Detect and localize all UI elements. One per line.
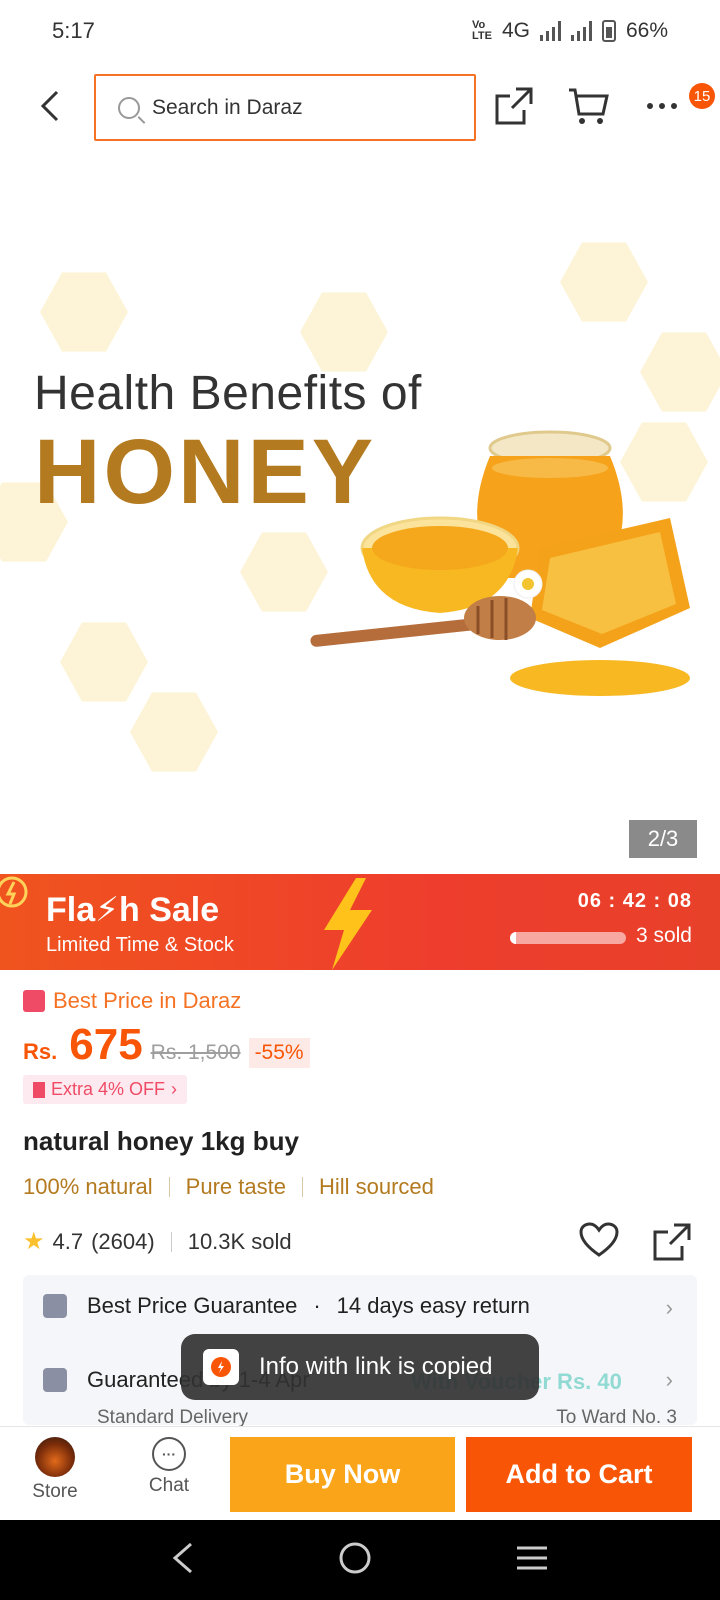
rating-divider: [170, 1231, 172, 1252]
nav-menu-icon: [516, 1546, 547, 1569]
tag-item: Pure taste: [185, 1174, 286, 1199]
status-time: 5:17: [52, 18, 95, 43]
chat-label: Chat: [148, 1475, 190, 1496]
product-tags: 100% natural Pure taste Hill sourced: [23, 1174, 434, 1200]
store-label: Store: [32, 1481, 78, 1502]
share-icon: [653, 1223, 691, 1261]
flash-sale-subtitle: Limited Time & Stock: [46, 934, 234, 956]
best-price-label: Best Price in Daraz: [23, 988, 241, 1014]
product-title: natural honey 1kg buy: [23, 1126, 299, 1156]
more-button[interactable]: [640, 84, 684, 128]
product-image-carousel[interactable]: Health Benefits of HONEY 2/3: [0, 148, 720, 874]
network-type: 4G: [501, 19, 530, 42]
search-icon: [118, 96, 140, 119]
honeycomb-decoration: [130, 692, 218, 772]
easy-return: 14 days easy return: [336, 1293, 530, 1318]
star-icon: ★: [23, 1228, 45, 1255]
price-currency: Rs.: [23, 1039, 58, 1064]
toast-message: Info with link is copied: [181, 1334, 539, 1400]
share-icon: [495, 87, 533, 125]
tag-item: 100% natural: [23, 1174, 153, 1199]
status-bar: 5:17 Vo LTE 4G 66%: [0, 0, 720, 62]
guarantee-row[interactable]: Best Price Guarantee · 14 days easy retu…: [43, 1293, 530, 1319]
current-price: 675: [69, 1020, 143, 1069]
price-row: Rs. 675 Rs. 1,500 -55%: [23, 1020, 310, 1070]
flash-sale-title: Fla⚡h Sale: [46, 891, 220, 929]
status-icons: Vo LTE 4G 66%: [472, 19, 668, 43]
review-count: (2604): [91, 1228, 155, 1254]
sold-count: 10.3K sold: [187, 1228, 292, 1254]
chevron-right-icon: ›: [665, 1295, 673, 1320]
voucher-icon: [33, 1081, 45, 1098]
signal-icon: [539, 21, 561, 41]
extra-off-voucher[interactable]: Extra 4% OFF ›: [23, 1075, 188, 1104]
add-to-cart-button[interactable]: Add to Cart: [466, 1437, 692, 1512]
tag-item: Hill sourced: [318, 1174, 434, 1199]
bottom-action-bar: Store ··· Chat Buy Now Add to Cart: [0, 1426, 720, 1520]
dot-separator: ·: [313, 1293, 321, 1318]
search-input[interactable]: Search in Daraz: [152, 96, 303, 120]
cart-icon: [569, 88, 609, 124]
nav-back-button[interactable]: [171, 1541, 195, 1580]
search-bar[interactable]: Search in Daraz: [94, 74, 476, 141]
honeycomb-decoration: [40, 272, 128, 352]
original-price: Rs. 1,500: [150, 1041, 241, 1064]
lightning-icon: [324, 878, 372, 970]
store-button[interactable]: Store: [15, 1437, 95, 1503]
nav-home-button[interactable]: [338, 1541, 372, 1580]
battery-level: 66%: [625, 19, 668, 42]
rating-row[interactable]: ★ 4.7 (2604) 10.3K sold: [23, 1227, 292, 1256]
product-share-button[interactable]: [652, 1222, 692, 1267]
chevron-left-icon: [40, 90, 59, 122]
chat-icon: ···: [152, 1437, 186, 1471]
top-header: Search in Daraz 15: [0, 70, 720, 144]
nav-back-icon: [173, 1542, 193, 1573]
honeycomb-decoration: [60, 622, 148, 702]
buy-now-button[interactable]: Buy Now: [230, 1437, 455, 1512]
nav-menu-button[interactable]: [515, 1544, 549, 1577]
nav-home-icon: [339, 1542, 371, 1573]
volte-icon: Vo LTE: [471, 19, 492, 42]
sold-progress-fill: [510, 932, 516, 944]
chevron-right-icon: ›: [665, 1367, 673, 1392]
signal-icon-2: [570, 21, 592, 41]
best-price-guarantee: Best Price Guarantee: [87, 1293, 298, 1318]
wishlist-button[interactable]: [579, 1222, 619, 1267]
heart-icon: [579, 1222, 619, 1257]
flash-sale-timer: 06 : 42 : 08: [577, 890, 692, 912]
chat-button[interactable]: ··· Chat: [129, 1437, 209, 1497]
extra-off-text: Extra 4% OFF: [51, 1079, 166, 1099]
shield-icon: [43, 1294, 67, 1318]
store-avatar: [35, 1437, 75, 1477]
cart-button[interactable]: [566, 84, 610, 128]
chevron-right-icon: ›: [171, 1079, 178, 1099]
best-price-icon: [23, 990, 45, 1012]
daraz-logo-icon: [203, 1349, 239, 1385]
back-button[interactable]: [30, 86, 70, 126]
flash-sold-count: 3 sold: [635, 924, 692, 947]
sold-progress-bar: [510, 932, 626, 944]
system-nav-bar: [0, 1520, 720, 1600]
honeycomb-decoration: [560, 242, 648, 322]
toast-text: Info with link is copied: [259, 1353, 493, 1380]
flash-clock-icon: [0, 876, 28, 908]
share-button[interactable]: [492, 84, 536, 128]
cart-badge: 15: [689, 83, 715, 109]
best-price-text: Best Price in Daraz: [53, 988, 242, 1013]
honeycomb-decoration: [300, 292, 388, 372]
image-pager: 2/3: [629, 820, 697, 858]
tag-divider: [168, 1177, 170, 1197]
honey-illustration: [310, 430, 690, 696]
rating-value: 4.7: [52, 1228, 84, 1254]
tag-divider: [301, 1177, 303, 1197]
battery-icon: [601, 20, 616, 42]
flash-sale-banner[interactable]: Fla⚡h Sale Limited Time & Stock 06 : 42 …: [0, 874, 720, 970]
discount-badge: -55%: [248, 1038, 310, 1068]
honeycomb-decoration: [640, 332, 720, 412]
more-dots-icon: [647, 103, 677, 109]
gift-icon: [43, 1368, 67, 1392]
